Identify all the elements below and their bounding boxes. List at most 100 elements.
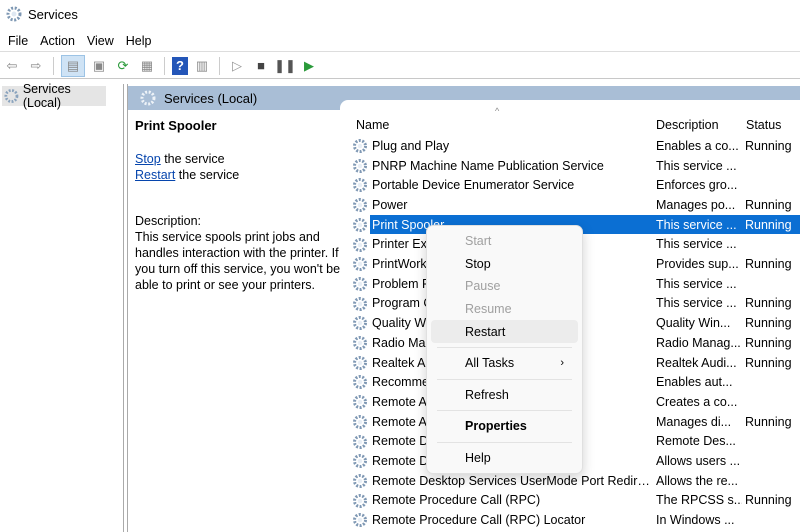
menu-item-pause: Pause bbox=[431, 275, 578, 298]
toolbar-divider bbox=[53, 56, 54, 75]
sort-arrow-icon: ^ bbox=[495, 106, 500, 116]
toolbar-divider bbox=[164, 56, 165, 75]
menu-item-label: Help bbox=[465, 451, 491, 466]
window-title: Services bbox=[28, 6, 78, 22]
menu-item-refresh[interactable]: Refresh bbox=[431, 384, 578, 407]
service-description: Enables aut... bbox=[656, 375, 733, 390]
export-icon[interactable]: ▦ bbox=[137, 56, 157, 76]
service-gear-icon bbox=[353, 434, 367, 449]
service-gear-icon bbox=[353, 178, 367, 193]
service-description: Realtek Audi... bbox=[656, 355, 737, 370]
menu-separator bbox=[437, 410, 572, 412]
service-gear-icon bbox=[353, 473, 367, 488]
pane-title: Services (Local) bbox=[164, 90, 258, 106]
service-name: Remote Desktop Services UserMode Port Re… bbox=[372, 473, 654, 488]
menu-item-label: All Tasks bbox=[465, 356, 515, 371]
menu-help[interactable]: Help bbox=[120, 30, 158, 51]
menu-view[interactable]: View bbox=[81, 30, 120, 51]
column-header-description[interactable]: Description bbox=[656, 118, 719, 132]
console-tree: Services (Local) bbox=[0, 82, 124, 532]
service-gear-icon bbox=[353, 276, 367, 291]
context-menu: Start Stop Pause Resume Restart All Tasks › Ref… bbox=[426, 225, 583, 474]
menu-item-label: Restart bbox=[465, 324, 506, 339]
menu-separator bbox=[437, 378, 572, 380]
menu-item-all-tasks[interactable]: All Tasks › bbox=[431, 352, 578, 375]
menu-item-label: Refresh bbox=[465, 387, 509, 402]
menu-file[interactable]: File bbox=[2, 30, 34, 51]
service-status: Running bbox=[745, 138, 792, 153]
toolbar-divider bbox=[219, 56, 220, 75]
service-gear-icon bbox=[353, 493, 367, 508]
description-text: This service spools print jobs and handl… bbox=[135, 230, 341, 292]
service-gear-icon bbox=[353, 454, 367, 469]
console-tree-icon[interactable]: ▤ bbox=[61, 54, 85, 77]
service-description: Remote Des... bbox=[656, 434, 736, 449]
menu-item-resume: Resume bbox=[431, 298, 578, 321]
menu-item-stop[interactable]: Stop bbox=[431, 253, 578, 276]
menu-item-label: Start bbox=[465, 234, 492, 249]
service-description: This service ... bbox=[656, 296, 737, 311]
service-gear-icon bbox=[353, 217, 367, 232]
service-description: Manages di... bbox=[656, 414, 732, 429]
tree-item-label: Services (Local) bbox=[22, 82, 71, 110]
action-pane-icon[interactable]: ▥ bbox=[192, 56, 212, 76]
column-header-status[interactable]: Status bbox=[746, 118, 781, 132]
service-gear-icon bbox=[353, 336, 367, 350]
service-gear-icon bbox=[353, 414, 367, 429]
services-gear-icon bbox=[140, 90, 156, 106]
back-icon[interactable]: ⇦ bbox=[2, 56, 22, 76]
tree-item-services-local[interactable]: Services (Local) bbox=[2, 82, 106, 110]
service-name: Power bbox=[372, 197, 408, 212]
stop-icon[interactable]: ■ bbox=[251, 56, 271, 76]
services-gear-icon bbox=[4, 89, 19, 103]
service-description: Provides sup... bbox=[656, 257, 739, 272]
restart-service-link[interactable]: Restart bbox=[135, 168, 175, 182]
services-gear-icon bbox=[6, 6, 22, 22]
pause-icon[interactable]: ❚❚ bbox=[274, 56, 296, 76]
service-gear-icon bbox=[353, 296, 367, 311]
service-description: Allows users ... bbox=[656, 454, 741, 469]
chevron-right-icon: › bbox=[560, 357, 564, 370]
refresh-icon[interactable]: ⟳ bbox=[113, 56, 133, 76]
description-label: Description: bbox=[135, 214, 201, 228]
help-icon[interactable]: ? bbox=[172, 56, 188, 75]
service-gear-icon bbox=[353, 513, 367, 528]
menu-item-label: Stop bbox=[465, 256, 491, 271]
table-row[interactable]: Remote Procedure Call (RPC) Locator In Wi… bbox=[352, 510, 800, 530]
table-row[interactable]: Remote Procedure Call (RPC) The RPCSS s..… bbox=[352, 491, 800, 511]
menu-item-restart[interactable]: Restart bbox=[431, 320, 578, 343]
service-name: Plug and Play bbox=[372, 138, 450, 153]
service-name-heading: Print Spooler bbox=[135, 118, 217, 133]
service-description: This service ... bbox=[656, 217, 737, 232]
stop-service-link[interactable]: Stop bbox=[135, 152, 161, 166]
table-row[interactable]: Portable Device Enumerator Service Enforc… bbox=[352, 175, 800, 195]
service-gear-icon bbox=[353, 355, 367, 370]
service-gear-icon bbox=[353, 158, 367, 173]
column-header-name[interactable]: Name bbox=[356, 118, 389, 132]
menu-item-label: Resume bbox=[465, 302, 512, 317]
table-row[interactable]: Plug and Play Enables a co... Running bbox=[352, 136, 800, 156]
menu-item-help[interactable]: Help bbox=[431, 447, 578, 470]
service-gear-icon bbox=[353, 198, 367, 213]
service-name: PNRP Machine Name Publication Service bbox=[372, 158, 604, 173]
table-row[interactable]: PNRP Machine Name Publication Service Thi… bbox=[352, 156, 800, 176]
service-description: Creates a co... bbox=[656, 394, 738, 409]
service-description: Allows the re... bbox=[656, 473, 738, 488]
menu-item-properties[interactable]: Properties bbox=[431, 415, 578, 438]
resume-icon[interactable]: ▶ bbox=[299, 56, 319, 76]
list-header: ^ Name Description Status bbox=[340, 106, 800, 134]
toolbar: ⇦ ⇨ ▤ ▣ ⟳ ▦ ? ▥ ▷ ■ ❚❚ ▶ bbox=[0, 53, 800, 79]
start-icon[interactable]: ▷ bbox=[227, 56, 247, 76]
service-gear-icon bbox=[353, 375, 367, 390]
service-name: Portable Device Enumerator Service bbox=[372, 178, 575, 193]
service-gear-icon bbox=[353, 237, 367, 252]
service-description: The RPCSS s... bbox=[656, 493, 742, 508]
service-status: Running bbox=[745, 493, 792, 508]
menu-separator bbox=[437, 346, 572, 348]
menu-action[interactable]: Action bbox=[34, 30, 81, 51]
service-description: This service ... bbox=[656, 276, 737, 291]
table-row[interactable]: Power Manages po... Running bbox=[352, 195, 800, 215]
forward-icon[interactable]: ⇨ bbox=[26, 56, 46, 76]
properties-icon[interactable]: ▣ bbox=[89, 56, 109, 76]
service-description: This service ... bbox=[656, 158, 737, 173]
